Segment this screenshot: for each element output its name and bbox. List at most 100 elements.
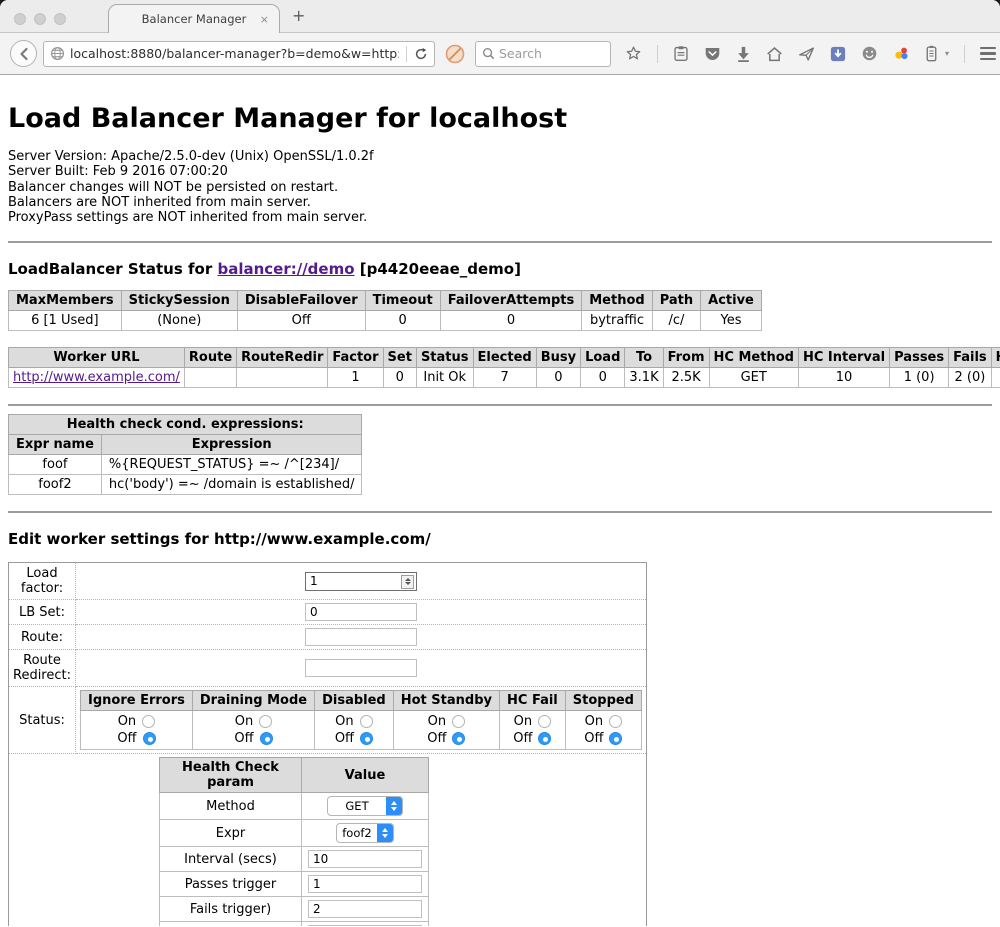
heading-suffix: [p4420eeae_demo] bbox=[355, 260, 521, 278]
hc-row: Interval (secs) bbox=[160, 847, 429, 872]
forum-smiley-icon[interactable] bbox=[861, 45, 878, 62]
hc-label-fails-trigger: Fails trigger) bbox=[160, 897, 302, 922]
server-info-line: Balancers are NOT inherited from main se… bbox=[8, 195, 992, 210]
radio-stopped-on[interactable] bbox=[609, 715, 622, 728]
expr-name: foof bbox=[9, 455, 102, 475]
cell-routeredir bbox=[237, 368, 328, 388]
radio-label: Off bbox=[117, 730, 136, 747]
close-window-button[interactable] bbox=[14, 13, 26, 25]
radio-ignore-errors-on[interactable] bbox=[142, 715, 155, 728]
cell-hc-method: GET bbox=[709, 368, 798, 388]
fails-trigger-input[interactable] bbox=[308, 900, 422, 918]
radio-disabled-on[interactable] bbox=[360, 715, 373, 728]
hc-head-row: Health Check paramValue bbox=[160, 758, 429, 793]
cell-to: 3.1K bbox=[625, 368, 663, 388]
reading-list-icon[interactable] bbox=[673, 45, 689, 62]
worker-table-data-row: http://www.example.com/ 10Init Ok7003.1K… bbox=[9, 368, 1000, 388]
minimize-window-button[interactable] bbox=[34, 13, 46, 25]
method-select[interactable]: GET bbox=[327, 796, 403, 816]
hc-row: Fails trigger) bbox=[160, 897, 429, 922]
col-failoverattempts: FailoverAttempts bbox=[440, 291, 582, 311]
dropdown-caret-icon[interactable]: ▾ bbox=[945, 49, 949, 58]
worker-url-link[interactable]: http://www.example.com/ bbox=[13, 370, 180, 385]
cell-active: Yes bbox=[701, 311, 762, 331]
select-stepper-icon bbox=[386, 796, 402, 816]
cell-stickysession: (None) bbox=[121, 311, 237, 331]
status-cell-disabled: OnOff bbox=[315, 711, 394, 750]
col-load: Load bbox=[581, 348, 625, 368]
clipboard-battery-icon[interactable] bbox=[925, 45, 938, 62]
cell-hc-interval: 10 bbox=[798, 368, 889, 388]
back-button[interactable] bbox=[10, 40, 37, 67]
cell-fails: 2 (0) bbox=[949, 368, 992, 388]
menu-icon[interactable] bbox=[980, 47, 996, 61]
balancer-demo-link[interactable]: balancer://demo bbox=[217, 260, 354, 278]
col-method: Method bbox=[582, 291, 652, 311]
radio-hot-standby-off[interactable] bbox=[452, 732, 465, 745]
radio-hc-fail-off[interactable] bbox=[538, 732, 551, 745]
extension-down-arrow-icon[interactable] bbox=[830, 46, 846, 62]
number-spinner-icon[interactable] bbox=[401, 575, 414, 589]
cell-elected: 7 bbox=[473, 368, 536, 388]
toolbar-icons: ▾ bbox=[625, 45, 1000, 63]
search-input[interactable] bbox=[499, 46, 599, 61]
select-value: GET bbox=[328, 799, 386, 813]
status-col-ignore-errors: Ignore Errors bbox=[81, 691, 193, 711]
divider bbox=[8, 404, 992, 406]
status-cell-hot-standby: OnOff bbox=[393, 711, 499, 750]
hc-row: Passes trigger bbox=[160, 872, 429, 897]
radio-draining-mode-on[interactable] bbox=[259, 715, 272, 728]
downloads-icon[interactable] bbox=[736, 46, 751, 62]
server-info-line: Server Built: Feb 9 2016 07:00:20 bbox=[8, 164, 992, 179]
interval-secs-input[interactable] bbox=[308, 850, 422, 868]
hc-label-expr: Expr bbox=[160, 820, 302, 847]
zoom-window-button[interactable] bbox=[54, 13, 66, 25]
hc-col-health-check-param: Health Check param bbox=[160, 758, 302, 793]
radio-label: Off bbox=[584, 730, 603, 747]
new-tab-button[interactable]: + bbox=[292, 6, 305, 25]
cell-maxmembers: 6 [1 Used] bbox=[9, 311, 122, 331]
hc-row: Expr foof2 bbox=[160, 820, 429, 847]
route-input[interactable] bbox=[305, 628, 417, 646]
field-label-route-redirect: Route Redirect: bbox=[9, 650, 76, 687]
window-controls[interactable] bbox=[14, 13, 66, 25]
pocket-icon[interactable] bbox=[704, 46, 721, 62]
edit-worker-form: Load factor:LB Set:Route:Route Redirect:… bbox=[8, 562, 647, 926]
radio-hc-fail-on[interactable] bbox=[538, 715, 551, 728]
route-redirect-input[interactable] bbox=[305, 659, 417, 677]
send-plane-icon[interactable] bbox=[798, 46, 815, 62]
hc-uri-input[interactable] bbox=[308, 925, 422, 926]
balancer-table-head-row: MaxMembersStickySessionDisableFailoverTi… bbox=[9, 291, 762, 311]
cell-route bbox=[184, 368, 236, 388]
radio-draining-mode-off[interactable] bbox=[260, 732, 273, 745]
lb-set-input[interactable] bbox=[305, 603, 417, 621]
status-radio-row: OnOffOnOffOnOffOnOffOnOffOnOff bbox=[81, 711, 642, 750]
status-head-row: Ignore ErrorsDraining ModeDisabledHot St… bbox=[81, 691, 642, 711]
bookmark-star-icon[interactable] bbox=[625, 45, 642, 62]
reload-icon[interactable] bbox=[414, 47, 428, 61]
col-set: Set bbox=[383, 348, 416, 368]
colors-extension-icon[interactable] bbox=[893, 45, 910, 62]
radio-hot-standby-on[interactable] bbox=[452, 715, 465, 728]
passes-trigger-input[interactable] bbox=[308, 875, 422, 893]
expr-select[interactable]: foof2 bbox=[336, 823, 394, 843]
radio-label: On bbox=[335, 713, 353, 730]
radio-disabled-off[interactable] bbox=[360, 732, 373, 745]
cell-load: 0 bbox=[581, 368, 625, 388]
radio-ignore-errors-off[interactable] bbox=[143, 732, 156, 745]
search-bar[interactable] bbox=[475, 41, 611, 67]
col-active: Active bbox=[701, 291, 762, 311]
balancer-table-data-row: 6 [1 Used](None)Off00bytraffic/c/Yes bbox=[9, 311, 762, 331]
close-tab-icon[interactable]: × bbox=[260, 13, 269, 26]
cell-disablefailover: Off bbox=[237, 311, 365, 331]
blocked-content-icon[interactable] bbox=[445, 44, 465, 64]
status-col-hot-standby: Hot Standby bbox=[393, 691, 499, 711]
url-bar[interactable]: localhost:8880/balancer-manager?b=demo&w… bbox=[43, 41, 435, 67]
status-row: Status: Ignore ErrorsDraining ModeDisabl… bbox=[9, 687, 647, 754]
browser-tab[interactable]: Balancer Manager × bbox=[108, 4, 280, 33]
home-icon[interactable] bbox=[766, 46, 783, 62]
health-check-table: Health Check paramValue MethodGETExprfoo… bbox=[159, 757, 429, 926]
radio-stopped-off[interactable] bbox=[609, 732, 622, 745]
radio-label: Off bbox=[234, 730, 253, 747]
cell-hc-uri bbox=[991, 368, 1000, 388]
